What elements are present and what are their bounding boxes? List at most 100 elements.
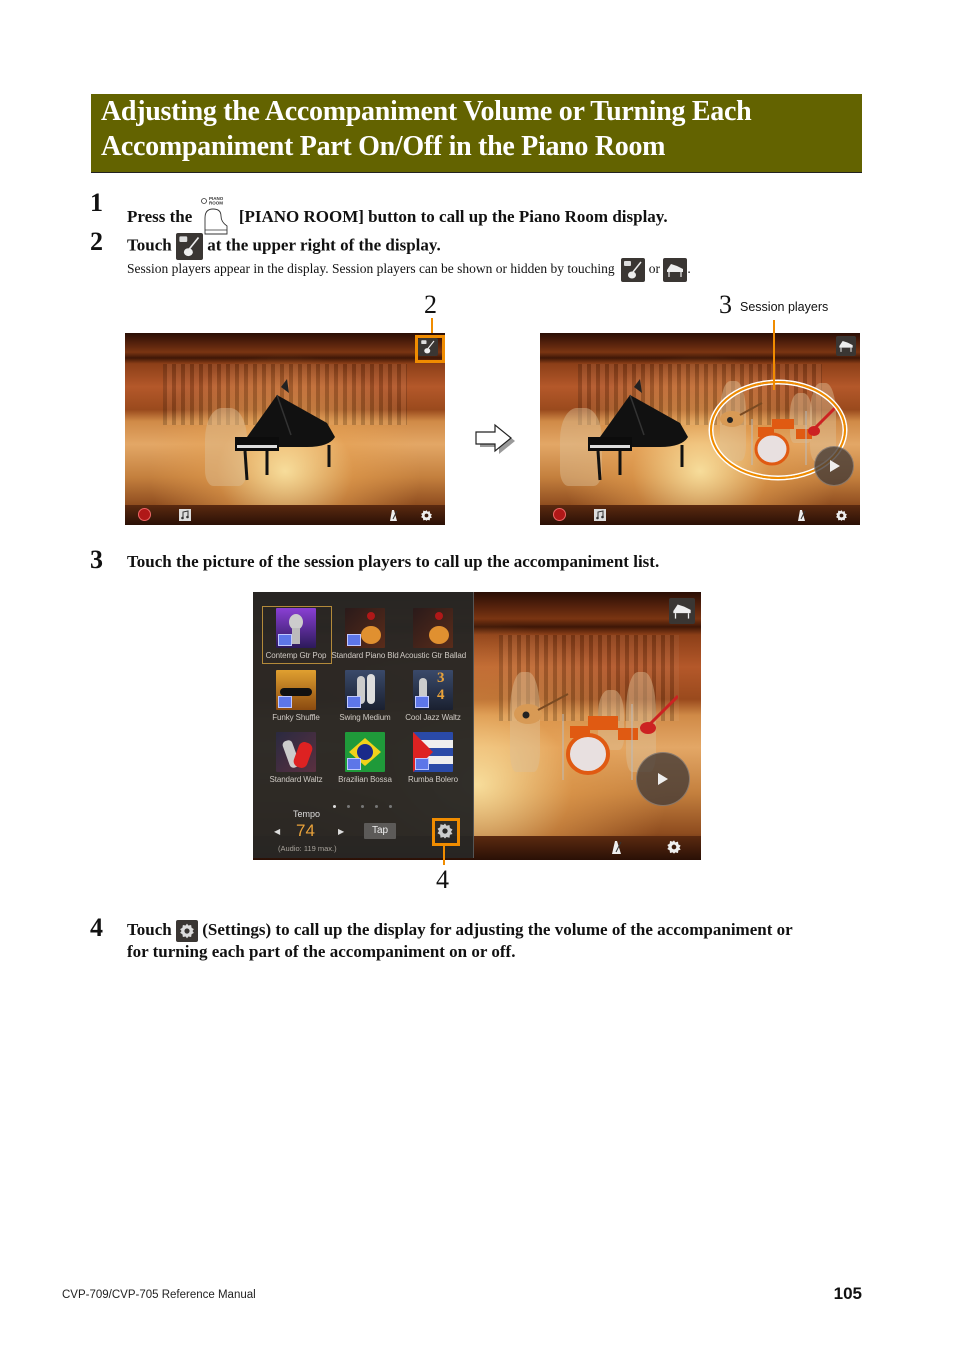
piano-room-screen-before[interactable]: [125, 333, 445, 525]
play-icon: [830, 460, 840, 472]
grand-piano-button[interactable]: [836, 336, 856, 356]
style-thumbnail-cuba-flag: [413, 732, 453, 772]
record-icon[interactable]: [138, 508, 151, 521]
style-item[interactable]: Contemp Gtr Pop: [262, 608, 330, 660]
grand-piano-icon: [663, 258, 688, 282]
step-2-text-after: at the upper right of the display.: [207, 235, 441, 255]
style-label: Standard Waltz: [269, 775, 323, 784]
footer-page-number: 105: [833, 1284, 862, 1303]
settings-gear-icon[interactable]: [420, 509, 433, 522]
tempo-decrease-button[interactable]: ◀: [274, 827, 280, 836]
style-label: Contemp Gtr Pop: [265, 651, 327, 660]
style-item[interactable]: Standard Piano Bld: [331, 608, 399, 660]
style-thumbnail-sunglasses: [276, 670, 316, 710]
step-2-text-before: Touch: [127, 235, 172, 255]
callout-3-number: 3: [719, 290, 732, 319]
step-4-text-line-1: Touch (Settings) to call up the display …: [127, 920, 793, 943]
tempo-value: 74: [296, 821, 315, 840]
style-label: Acoustic Gtr Ballad: [399, 651, 467, 660]
page-dot-active[interactable]: [333, 805, 336, 808]
grand-piano-image: [235, 379, 335, 481]
settings-gear-icon: [175, 920, 198, 943]
style-item[interactable]: Acoustic Gtr Ballad: [399, 608, 467, 660]
step-2-sub-or: or: [648, 261, 661, 277]
style-label: Standard Piano Bld: [331, 651, 399, 660]
step-4-text-after: (Settings) to call up the display for ad…: [202, 920, 793, 939]
style-label: Swing Medium: [339, 713, 391, 722]
audio-style-icon: [347, 696, 361, 708]
step-3-text: Touch the picture of the session players…: [127, 552, 660, 571]
callout-2: 2: [424, 290, 437, 319]
music-note-icon[interactable]: [594, 509, 606, 521]
audio-style-icon: [278, 696, 292, 708]
style-label: Funky Shuffle: [272, 713, 320, 722]
step-1-text: Press the PIANO ROOM [PIANO ROOM] button…: [127, 196, 668, 236]
section-title-line-1: Adjusting the Accompaniment Volume or Tu…: [101, 96, 752, 127]
session-players-icon: [621, 258, 646, 282]
section-title-bar: Adjusting the Accompaniment Volume or Tu…: [91, 94, 862, 173]
grand-piano-button[interactable]: [669, 598, 695, 624]
settings-gear-icon[interactable]: [666, 839, 682, 855]
style-label: Cool Jazz Waltz: [405, 713, 461, 722]
play-button[interactable]: [636, 752, 690, 806]
style-thumbnail-guitar-rose: [345, 608, 385, 648]
page-indicator: [333, 795, 403, 813]
step-4-text-before: Touch: [127, 920, 172, 939]
tempo-label: Tempo: [293, 809, 321, 819]
style-item[interactable]: Standard Waltz: [262, 732, 330, 784]
step-1-number: 1: [90, 188, 103, 217]
callout-4: 4: [436, 865, 449, 894]
style-thumbnail-microphone: [276, 608, 316, 648]
page-dot[interactable]: [347, 805, 350, 808]
style-item[interactable]: Funky Shuffle: [262, 670, 330, 722]
step-1-text-before: Press the: [127, 207, 193, 226]
right-arrow-icon: [475, 423, 515, 454]
accompaniment-settings-button[interactable]: [436, 822, 454, 840]
tap-button[interactable]: Tap: [364, 823, 396, 839]
session-players-button[interactable]: [418, 338, 438, 356]
page-dot[interactable]: [361, 805, 364, 808]
style-thumbnail-brazil-flag: [345, 732, 385, 772]
piano-room-button-icon: PIANO ROOM: [199, 196, 233, 236]
style-item[interactable]: Swing Medium: [331, 670, 399, 722]
metronome-icon[interactable]: [795, 508, 807, 522]
style-item[interactable]: 34 Cool Jazz Waltz: [399, 670, 467, 722]
play-icon: [658, 773, 668, 785]
audio-style-icon: [415, 758, 429, 770]
step-4-text-line-2: for turning each part of the accompanime…: [127, 942, 516, 961]
music-note-icon[interactable]: [179, 509, 191, 521]
step-2-sub-end: .: [687, 261, 691, 277]
style-label: Rumba Bolero: [408, 775, 458, 784]
step-2-text: Touch at the upper right of the display.: [127, 233, 441, 260]
style-item[interactable]: Brazilian Bossa: [331, 732, 399, 784]
style-item[interactable]: Rumba Bolero: [399, 732, 467, 784]
piano-room-screen-after[interactable]: [540, 333, 860, 525]
style-label: Brazilian Bossa: [338, 775, 392, 784]
record-icon[interactable]: [553, 508, 566, 521]
page-dot[interactable]: [375, 805, 378, 808]
tempo-increase-button[interactable]: ▶: [338, 827, 344, 836]
style-thumbnail-swing-dancers: [345, 670, 385, 710]
callout-3-label: Session players: [740, 300, 829, 314]
tempo-note: (Audio: 119 max.): [278, 844, 337, 853]
grand-piano-image: [588, 379, 688, 481]
footer-manual-title: CVP-709/CVP-705 Reference Manual: [62, 1289, 256, 1301]
audio-style-icon: [415, 696, 429, 708]
metronome-icon[interactable]: [387, 508, 399, 522]
metronome-icon[interactable]: [609, 839, 623, 855]
settings-gear-icon[interactable]: [835, 509, 848, 522]
callout-3-line: [773, 320, 775, 390]
audio-style-icon: [278, 634, 292, 646]
style-thumbnail-waltz-dancers: [276, 732, 316, 772]
step-1-text-after: [PIANO ROOM] button to call up the Piano…: [238, 207, 668, 226]
page-dot[interactable]: [389, 805, 392, 808]
step-4-number: 4: [90, 913, 103, 942]
section-title-line-2: Accompaniment Part On/Off in the Piano R…: [101, 131, 666, 162]
style-thumbnail-jazz-waltz: 34: [413, 670, 453, 710]
audio-style-icon: [347, 758, 361, 770]
play-button[interactable]: [814, 446, 854, 486]
screen-bottom-bar: [540, 505, 860, 525]
step-2-sub-before: Session players appear in the display. S…: [127, 261, 615, 277]
audio-style-icon: [347, 634, 361, 646]
step-2-number: 2: [90, 227, 103, 256]
